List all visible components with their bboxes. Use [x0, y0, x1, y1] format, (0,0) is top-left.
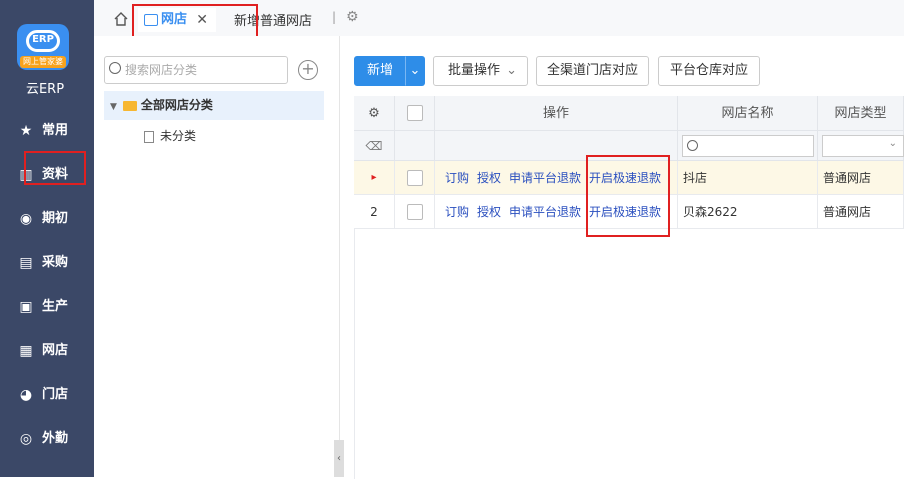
highlight-box [586, 155, 670, 237]
row-name: 抖店 [678, 161, 818, 195]
clear-filter-icon[interactable]: ⌫ [354, 131, 395, 161]
add-category-button[interactable]: + [298, 60, 318, 80]
chevron-down-icon: ⌄ [888, 138, 897, 149]
row-checkbox[interactable] [407, 204, 423, 220]
production-icon: ▣ [19, 298, 33, 315]
new-dropdown-button[interactable]: ⌄ [405, 56, 425, 86]
chevron-down-icon: ⌄ [409, 63, 421, 78]
caret-down-icon[interactable]: ▼ [110, 93, 117, 122]
gear-icon[interactable]: ⚙ [368, 106, 380, 121]
home-icon[interactable] [114, 12, 128, 26]
filter-cell [395, 131, 435, 161]
all-channel-button[interactable]: 全渠道门店对应 [536, 56, 649, 86]
sidebar-item-opening[interactable]: ◉ 期初 [18, 208, 88, 230]
grid-left-border [354, 229, 355, 479]
authorize-link[interactable]: 授权 [477, 171, 501, 185]
app-logo: ERP 网上管家婆 [17, 24, 69, 70]
sidebar: ERP 网上管家婆 云ERP ★ 常用 ▥ 资料 ◉ 期初 ▤ 采购 ▣ 生产 ▦ 网店 ◕… [0, 0, 94, 477]
batch-button[interactable]: 批量操作 ⌄ [433, 56, 528, 86]
row-indicator: ▸ [354, 161, 395, 195]
search-icon [687, 140, 698, 151]
sidebar-item-purchase[interactable]: ▤ 采购 [18, 252, 88, 274]
header-name: 网店名称 [678, 96, 818, 131]
sidebar-item-shop[interactable]: ◕ 门店 [18, 384, 88, 406]
chevron-down-icon: ⌄ [506, 63, 517, 78]
order-link[interactable]: 订购 [445, 205, 469, 219]
store-icon: ▦ [19, 342, 33, 359]
row-type: 普通网店 [818, 161, 904, 195]
select-all-checkbox[interactable] [407, 105, 423, 121]
warehouse-button[interactable]: 平台仓库对应 [658, 56, 760, 86]
new-button[interactable]: 新增 [354, 56, 406, 86]
row-check-cell [395, 161, 435, 195]
tab-separator: | [332, 10, 337, 24]
search-icon [109, 62, 121, 74]
app-name: 云ERP [25, 82, 65, 97]
name-filter-input[interactable] [682, 135, 814, 157]
clock-icon: ◉ [19, 210, 33, 227]
settings-header[interactable]: ⚙ [354, 96, 395, 131]
category-search-input[interactable]: 搜索网店分类 [104, 56, 288, 84]
row-check-cell [395, 195, 435, 229]
sidebar-item-common[interactable]: ★ 常用 [18, 120, 88, 142]
collapse-handle[interactable]: ‹ [334, 440, 344, 477]
sidebar-item-production[interactable]: ▣ 生产 [18, 296, 88, 318]
tree-root-all[interactable]: ▼ 全部网店分类 [104, 91, 324, 120]
main-area: 新增 ⌄ 批量操作 ⌄ 全渠道门店对应 平台仓库对应 ⚙ 操作 网店名称 网店类型… [345, 36, 904, 479]
highlight-box [132, 4, 258, 38]
filter-cell [678, 131, 818, 161]
filter-cell: ⌄ [818, 131, 904, 161]
apply-refund-link[interactable]: 申请平台退款 [509, 171, 581, 185]
highlight-box [24, 151, 86, 185]
row-index: 2 [354, 195, 395, 229]
fieldwork-icon: ◎ [19, 430, 33, 447]
tree-item-uncategorized[interactable]: 未分类 [144, 127, 196, 145]
file-icon [144, 130, 154, 143]
row-name: 贝森2622 [678, 195, 818, 229]
sidebar-item-store[interactable]: ▦ 网店 [18, 340, 88, 362]
category-pane: 搜索网店分类 + ▼ 全部网店分类 未分类 [94, 36, 340, 477]
logo-badge: 网上管家婆 [20, 56, 66, 68]
sidebar-item-field[interactable]: ◎ 外勤 [18, 428, 88, 450]
star-icon: ★ [19, 122, 33, 139]
select-all-header[interactable] [395, 96, 435, 131]
gear-icon[interactable]: ⚙ [346, 9, 359, 25]
type-filter-select[interactable]: ⌄ [822, 135, 904, 157]
order-link[interactable]: 订购 [445, 171, 469, 185]
logo-text: ERP [32, 34, 54, 45]
header-op: 操作 [435, 96, 678, 131]
header-type: 网店类型 [818, 96, 904, 131]
folder-icon [122, 100, 137, 111]
row-checkbox[interactable] [407, 170, 423, 186]
row-type: 普通网店 [818, 195, 904, 229]
authorize-link[interactable]: 授权 [477, 205, 501, 219]
apply-refund-link[interactable]: 申请平台退款 [509, 205, 581, 219]
purchase-icon: ▤ [19, 254, 33, 271]
shop-icon: ◕ [19, 386, 33, 403]
